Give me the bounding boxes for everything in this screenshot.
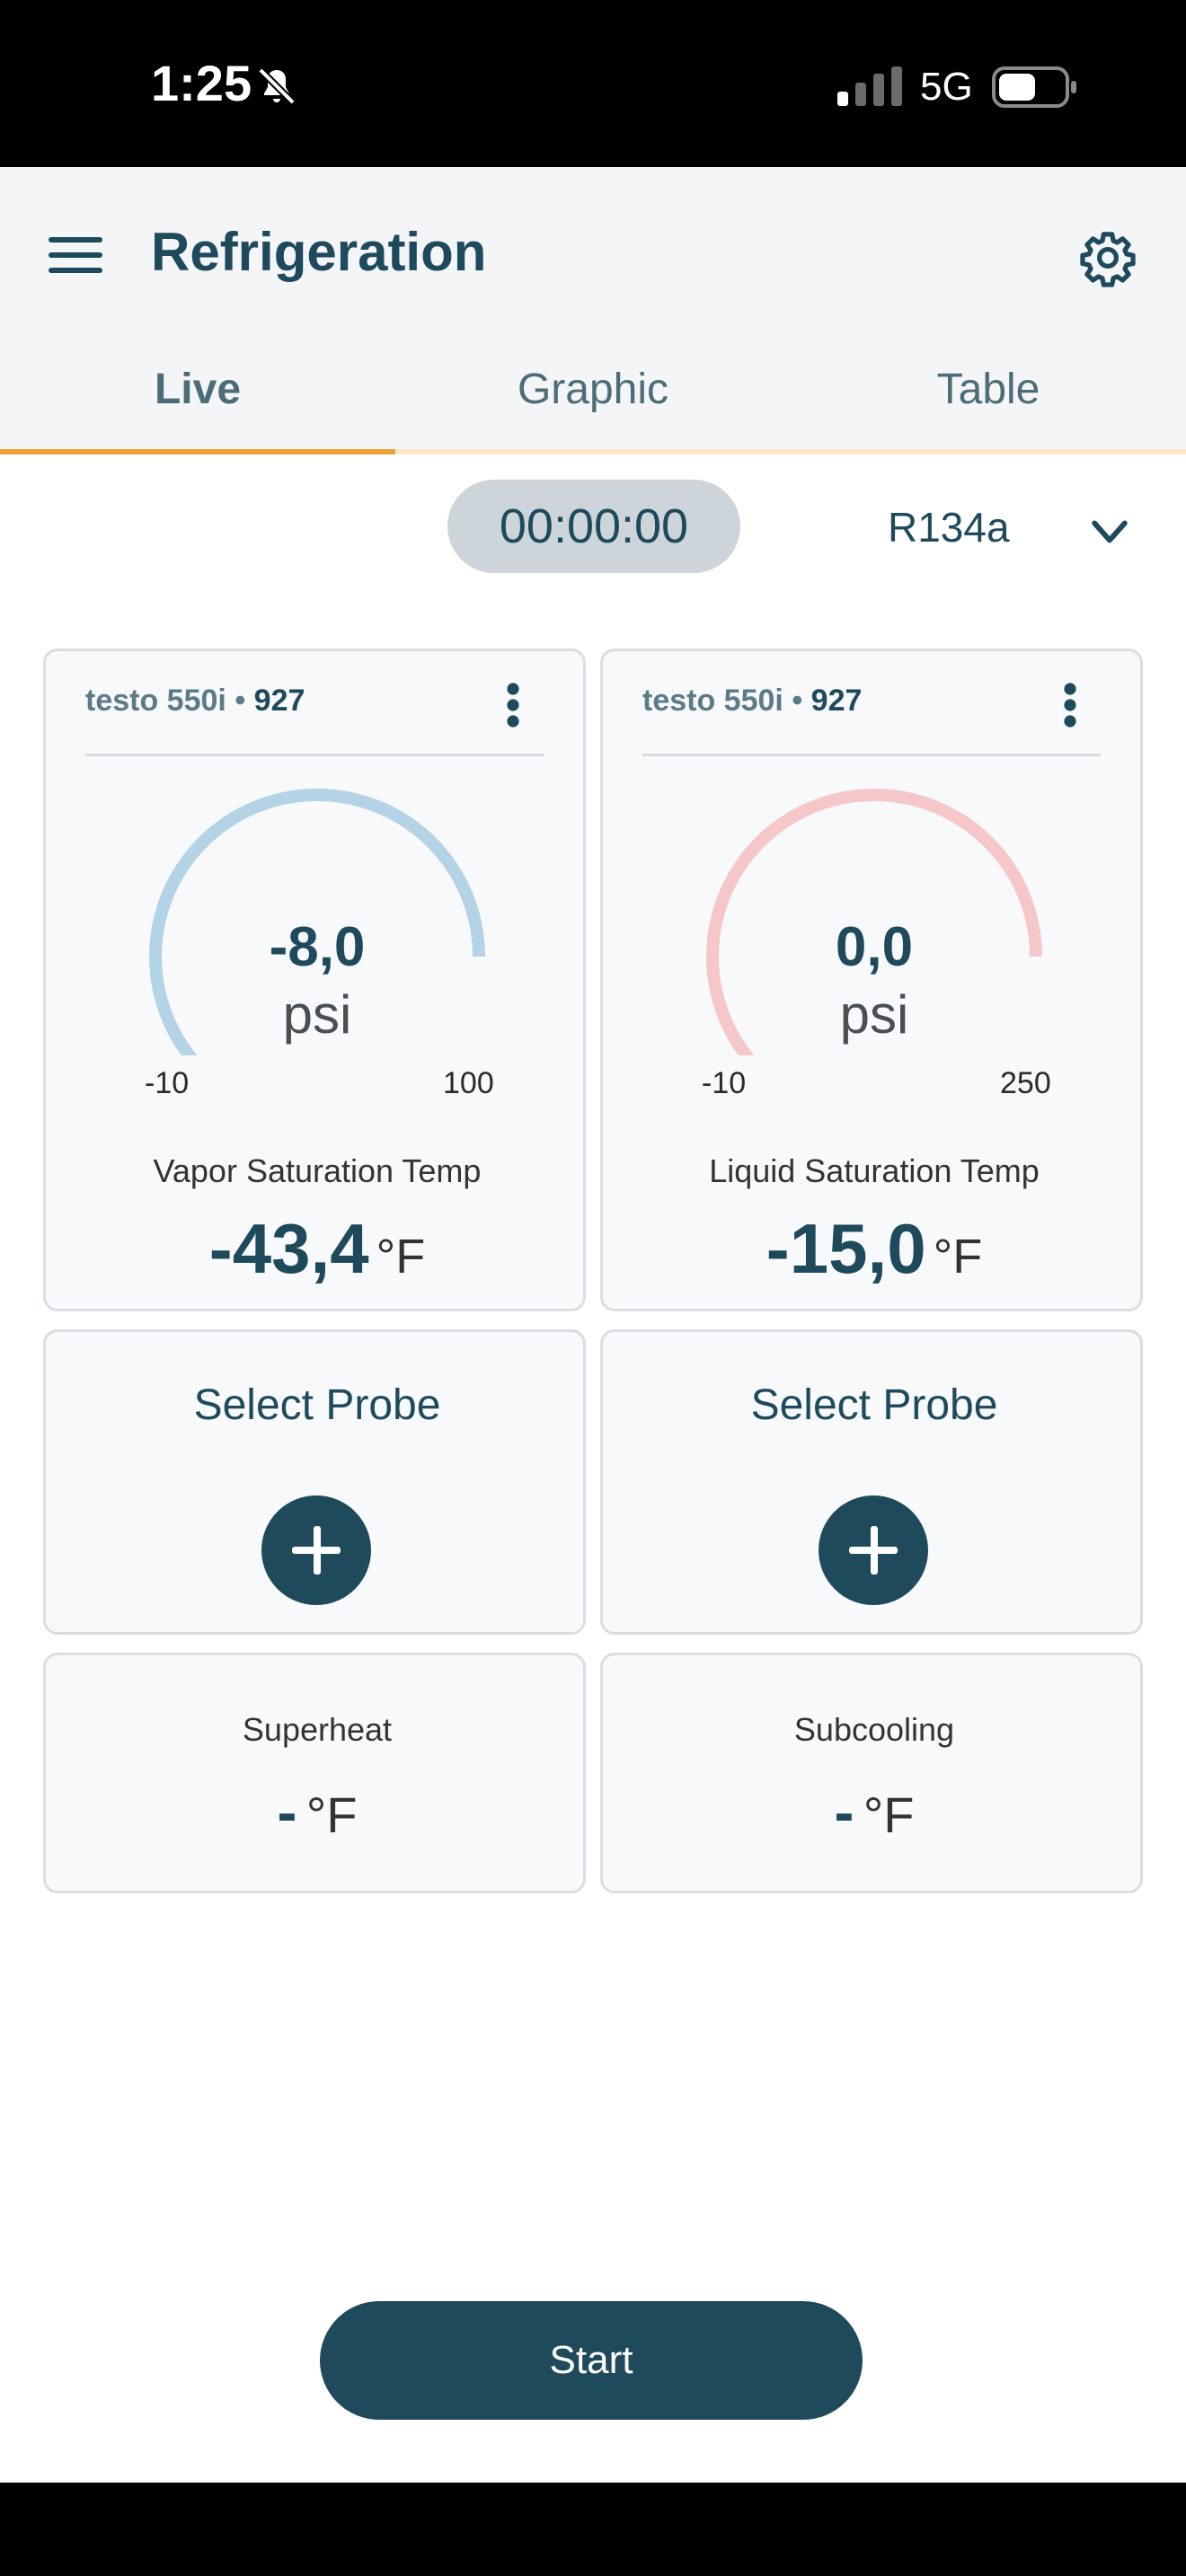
- menu-icon[interactable]: [49, 235, 102, 275]
- gauge-card-low: testo 550i • 927 -8,0 psi -10 100 Vapor …: [43, 648, 586, 1311]
- subcooling-value: -: [834, 1778, 854, 1845]
- gauge-value: 0,0: [835, 916, 914, 978]
- select-probe-label: Select Probe: [750, 1381, 998, 1429]
- gauge-max: 250: [1000, 1066, 1051, 1100]
- device-serial: 927: [810, 684, 863, 718]
- superheat-unit: °F: [305, 1786, 358, 1843]
- chevron-down-icon[interactable]: [1091, 519, 1128, 546]
- saturation-unit: °F: [933, 1230, 983, 1284]
- saturation-label: Liquid Saturation Temp: [709, 1152, 1040, 1189]
- status-bar: 1:25 5G: [0, 0, 1186, 167]
- gauge-max: 100: [443, 1066, 494, 1100]
- network-label: 5G: [920, 65, 973, 109]
- gauge-unit: psi: [839, 984, 909, 1045]
- separator: •: [792, 684, 803, 718]
- tab-table[interactable]: Table: [791, 365, 1186, 414]
- add-probe-button[interactable]: [261, 1495, 371, 1605]
- subcooling-unit: °F: [863, 1786, 915, 1843]
- status-time: 1:25: [151, 55, 252, 111]
- signal-icon: [837, 66, 902, 106]
- select-probe-label: Select Probe: [193, 1381, 441, 1429]
- saturation-label: Vapor Saturation Temp: [153, 1152, 482, 1189]
- subcooling-card: Subcooling - °F: [600, 1653, 1143, 1893]
- bottom-bar: [0, 2483, 1186, 2576]
- subcooling-label: Subcooling: [793, 1711, 955, 1748]
- saturation-unit: °F: [376, 1230, 426, 1284]
- select-probe-card[interactable]: Select Probe: [600, 1329, 1143, 1635]
- device-name: testo 550i: [85, 684, 226, 718]
- superheat-value: -: [277, 1778, 297, 1845]
- more-vertical-icon[interactable]: [1063, 682, 1077, 728]
- timer-display: 00:00:00: [447, 480, 740, 573]
- saturation-reading: -15,0 °F: [603, 1208, 1146, 1290]
- gauge-unit: psi: [282, 984, 352, 1045]
- card-divider: [642, 754, 1101, 756]
- add-probe-button[interactable]: [819, 1495, 928, 1605]
- card-device-label: testo 550i • 927: [642, 684, 862, 719]
- refrigerant-select[interactable]: R134a: [888, 503, 1010, 551]
- subcooling-reading: - °F: [603, 1778, 1146, 1846]
- tab-live[interactable]: Live: [0, 365, 395, 414]
- tab-indicator: [0, 449, 395, 454]
- bell-slash-icon: [258, 67, 296, 105]
- superheat-card: Superheat - °F: [43, 1653, 586, 1893]
- start-button[interactable]: Start: [320, 2301, 863, 2420]
- gauge-card-high: testo 550i • 927 0,0 psi -10 250 Liquid …: [600, 648, 1143, 1311]
- battery-icon: [992, 66, 1076, 108]
- superheat-reading: - °F: [46, 1778, 589, 1846]
- gauge-min: -10: [145, 1066, 190, 1100]
- plus-icon: [849, 1526, 898, 1575]
- gauge-min: -10: [702, 1066, 747, 1100]
- saturation-value: -15,0: [766, 1209, 926, 1288]
- card-device-label: testo 550i • 927: [85, 684, 305, 719]
- card-divider: [85, 754, 544, 756]
- plus-icon: [292, 1526, 341, 1575]
- select-probe-card[interactable]: Select Probe: [43, 1329, 586, 1635]
- separator: •: [235, 684, 246, 718]
- superheat-label: Superheat: [242, 1711, 393, 1748]
- tab-graphic[interactable]: Graphic: [395, 365, 791, 414]
- device-serial: 927: [253, 684, 305, 718]
- saturation-value: -43,4: [208, 1209, 369, 1288]
- gauge-value: -8,0: [269, 916, 366, 978]
- page-title: Refrigeration: [151, 222, 487, 282]
- device-name: testo 550i: [642, 684, 783, 718]
- gear-icon[interactable]: [1078, 228, 1137, 287]
- saturation-reading: -43,4 °F: [46, 1208, 589, 1290]
- more-vertical-icon[interactable]: [506, 682, 520, 728]
